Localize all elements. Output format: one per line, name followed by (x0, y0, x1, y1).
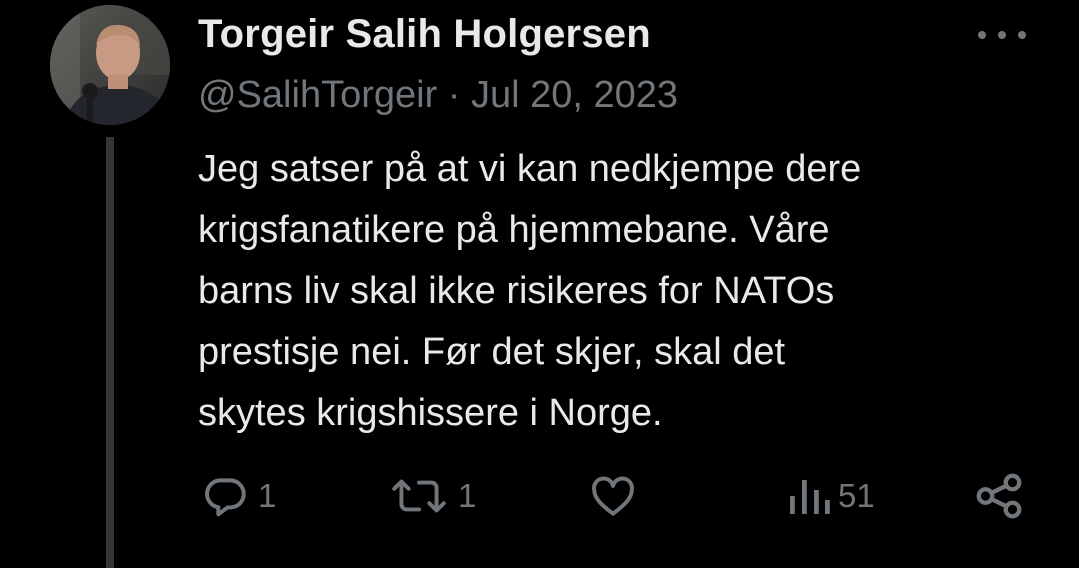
avatar[interactable] (50, 5, 170, 125)
views-button[interactable]: 51 (786, 470, 875, 522)
meta-separator: · (447, 74, 461, 116)
retweet-button[interactable]: 1 (388, 470, 476, 522)
views-count: 51 (838, 477, 875, 514)
author-handle[interactable]: @SalihTorgeir (198, 74, 437, 116)
heart-icon (592, 476, 634, 516)
tweet: Torgeir Salih Holgersen @SalihTorgeir · … (0, 0, 1079, 568)
like-button[interactable] (588, 470, 638, 522)
author-display-name[interactable]: Torgeir Salih Holgersen (198, 12, 651, 57)
reply-icon (205, 478, 246, 517)
action-bar: 1 1 51 (0, 470, 1079, 522)
reply-button[interactable]: 1 (200, 470, 276, 522)
tweet-text-line: krigsfanatikere på hjemmebane. Våre (198, 209, 830, 251)
more-icon[interactable] (978, 22, 1026, 48)
reply-count: 1 (258, 477, 277, 514)
retweet-icon (392, 479, 446, 513)
retweet-count: 1 (458, 477, 477, 514)
tweet-text: Jeg satser på at vi kan nedkjempe dere k… (198, 139, 1018, 444)
tweet-date[interactable]: Jul 20, 2023 (471, 74, 678, 116)
share-button[interactable] (972, 470, 1026, 522)
tweet-text-line: skytes krigshissere i Norge. (198, 392, 663, 434)
tweet-text-line: barns liv skal ikke risikeres for NATOs (198, 270, 835, 312)
views-icon (790, 480, 830, 514)
tweet-text-line: prestisje nei. Før det skjer, skal det (198, 331, 786, 373)
share-icon (976, 473, 1022, 519)
author-meta: @SalihTorgeir · Jul 20, 2023 (198, 74, 678, 117)
tweet-text-line: Jeg satser på at vi kan nedkjempe dere (198, 148, 862, 190)
